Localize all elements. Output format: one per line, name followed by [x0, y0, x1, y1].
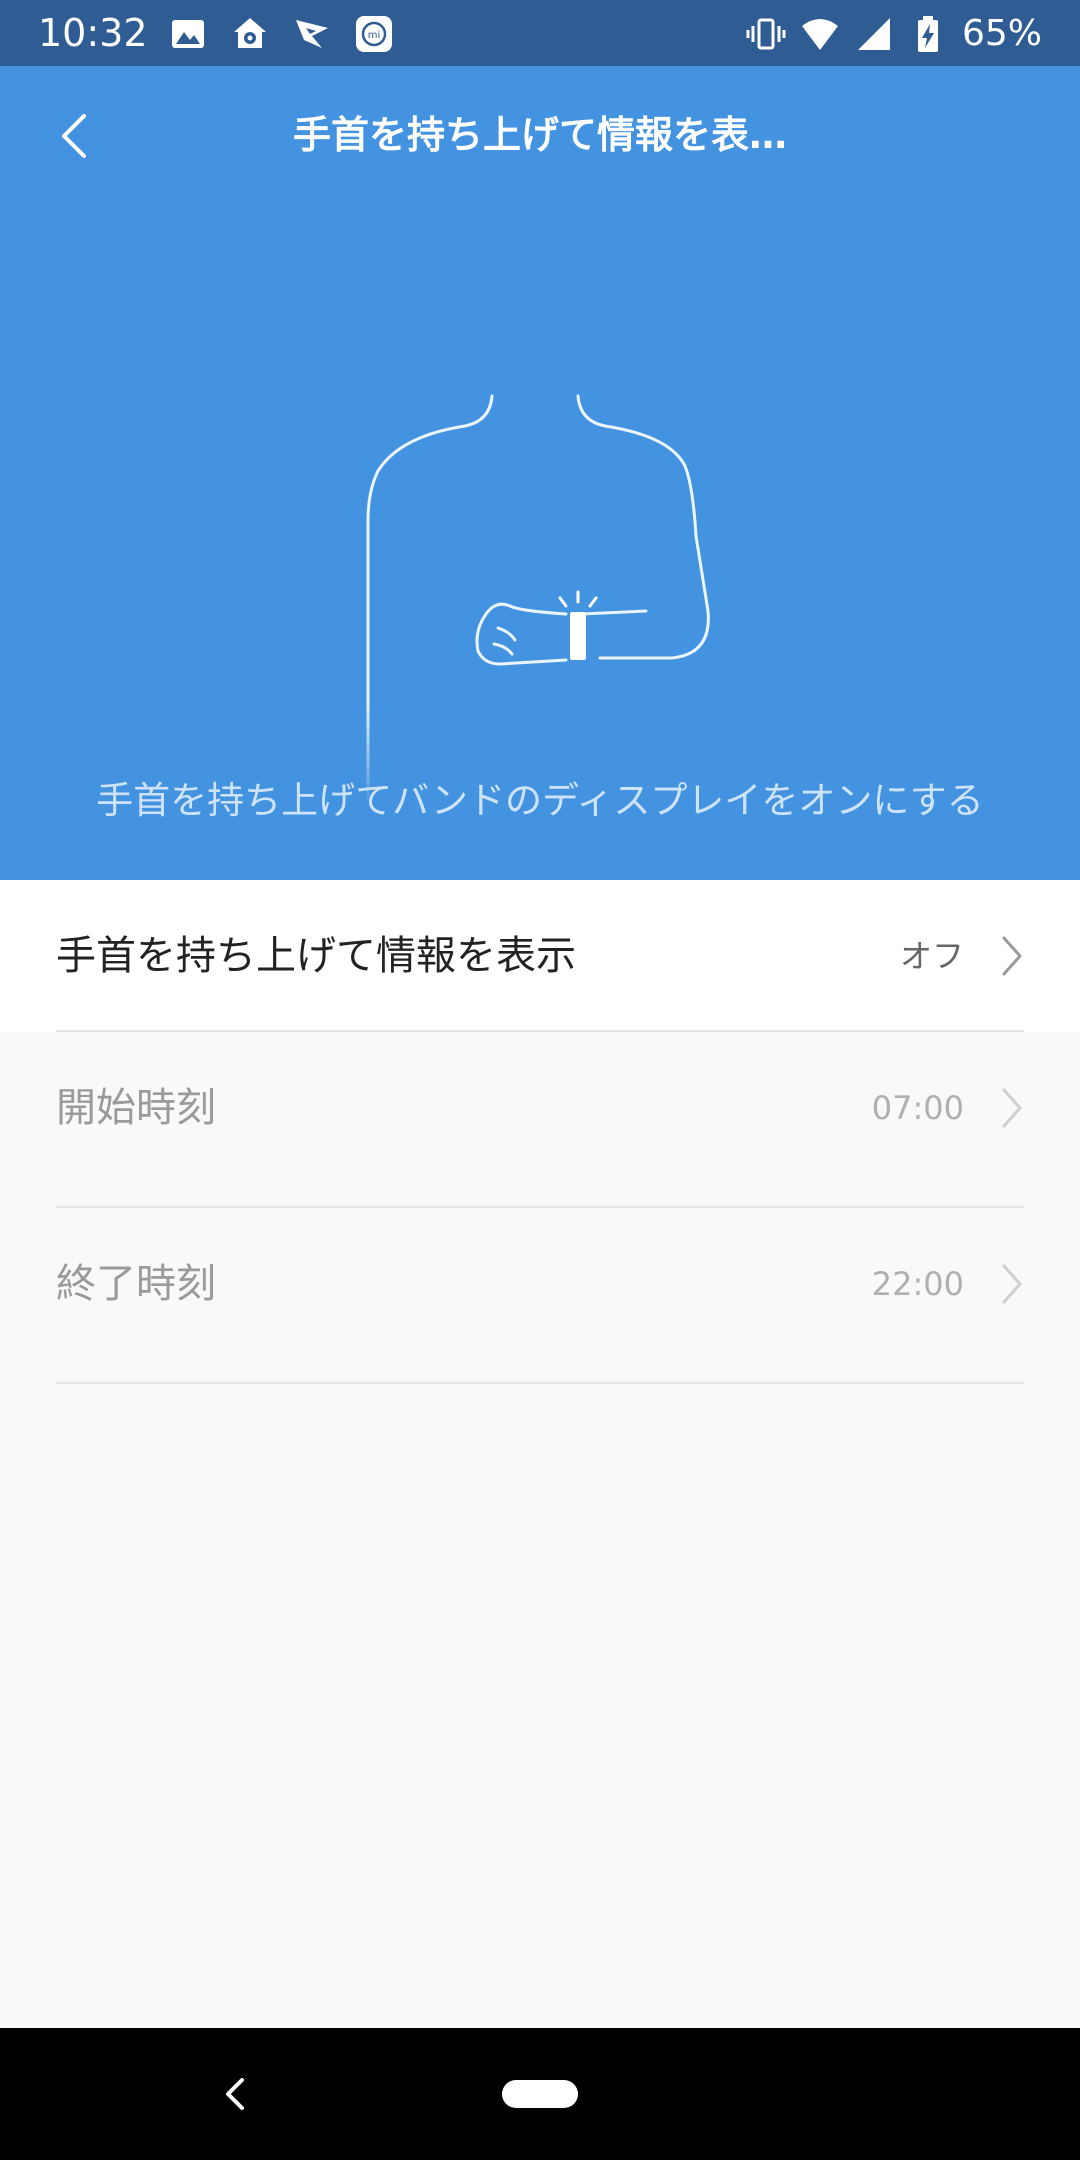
setting-value: オフ: [899, 937, 964, 975]
raise-wrist-illustration: [366, 394, 710, 806]
back-arrow-icon[interactable]: [50, 106, 100, 166]
image-icon: [172, 20, 204, 48]
setting-value: 07:00: [871, 1089, 964, 1127]
chevron-right-icon: [1002, 936, 1022, 976]
setting-label: 開始時刻: [56, 1085, 216, 1131]
header-caption: 手首を持ち上げてバンドのディスプレイをオンにする: [96, 779, 984, 822]
nav-back-icon[interactable]: [222, 2074, 248, 2114]
chevron-right-icon: [1002, 1264, 1022, 1304]
divider: [56, 1382, 1024, 1384]
vpn-icon: [296, 20, 328, 48]
setting-value: 22:00: [871, 1265, 964, 1303]
mi-fit-icon: mi: [356, 16, 392, 52]
notification-icons: mi: [168, 14, 394, 54]
system-icons: 65%: [746, 12, 1042, 56]
vibrate-icon: [746, 18, 786, 50]
setting-label: 終了時刻: [56, 1261, 216, 1307]
setting-row-raise-wrist[interactable]: 手首を持ち上げて情報を表示 オフ: [0, 880, 1080, 1032]
navigation-bar: [0, 2028, 1080, 2160]
setting-row-start-time[interactable]: 開始時刻 07:00: [0, 1032, 1080, 1208]
battery-percentage: 65%: [961, 13, 1042, 54]
home-shield-icon: [234, 18, 266, 48]
status-time: 10:32: [38, 11, 148, 55]
setting-row-end-time[interactable]: 終了時刻 22:00: [0, 1208, 1080, 1384]
header: 手首を持ち上げて情報を表… 手首を持ち上げてバンドのディスプレイをオンにする: [0, 66, 1080, 880]
signal-icon: [857, 18, 890, 50]
page-title: 手首を持ち上げて情報を表…: [292, 113, 787, 157]
battery-charging-icon: [917, 16, 938, 52]
svg-text:mi: mi: [368, 30, 381, 41]
chevron-right-icon: [1002, 1088, 1022, 1128]
nav-home-button[interactable]: [502, 2080, 578, 2108]
wifi-icon: [801, 19, 838, 50]
setting-label: 手首を持ち上げて情報を表示: [56, 933, 576, 979]
status-bar: 10:32 mi 65%: [0, 0, 1080, 66]
